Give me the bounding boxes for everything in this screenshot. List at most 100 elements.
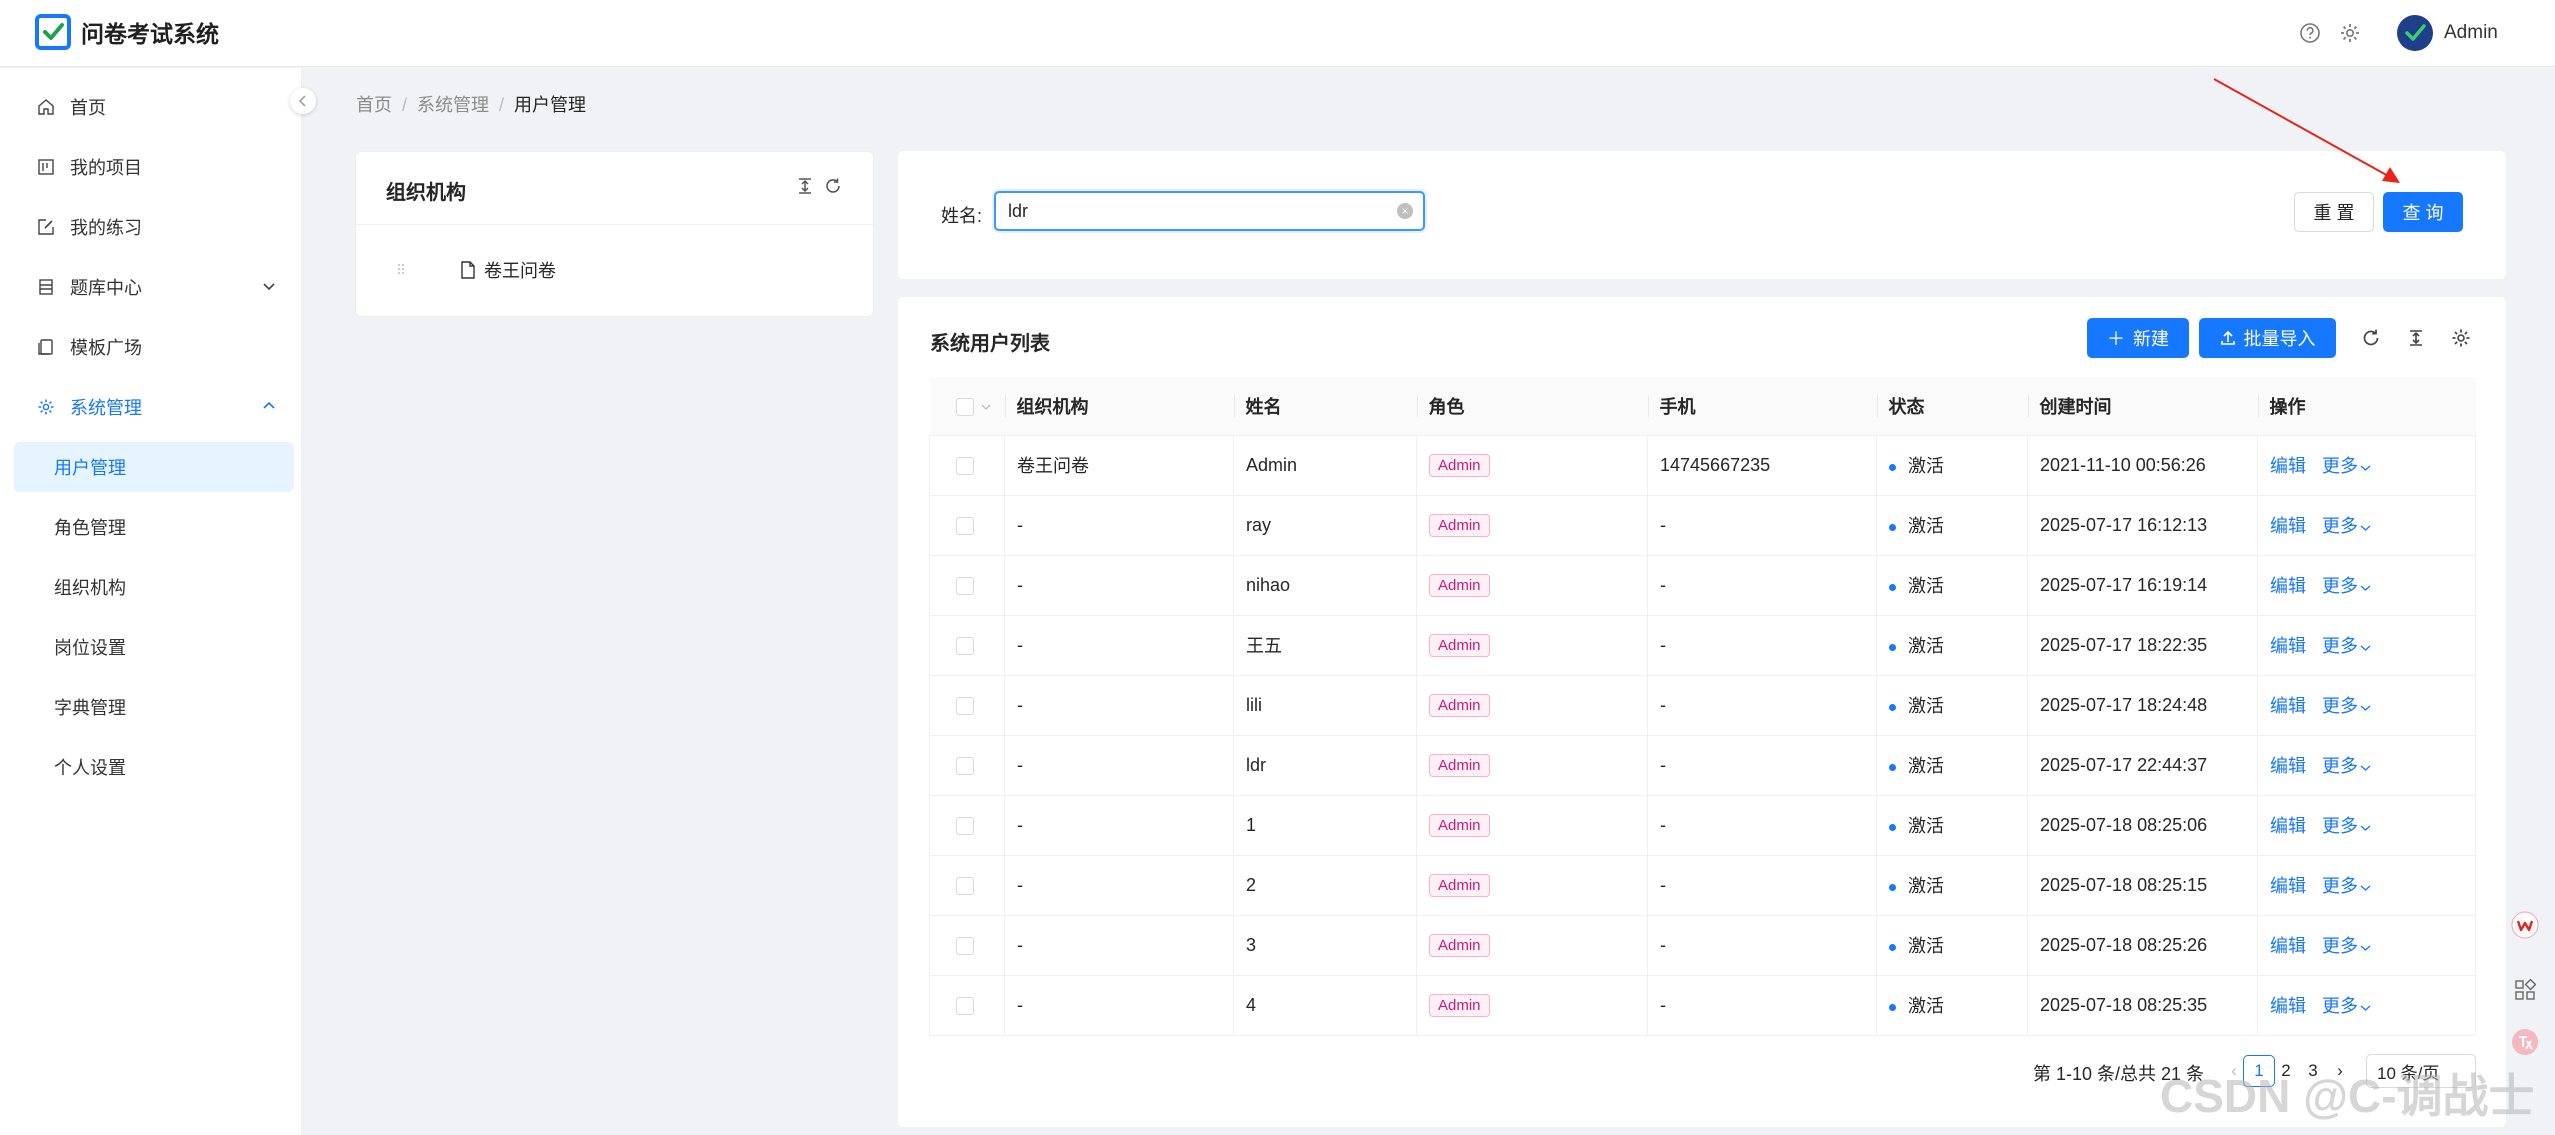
select-all-header[interactable]: [929, 377, 1005, 436]
edit-link[interactable]: 编辑: [2270, 576, 2306, 596]
row-checkbox[interactable]: [956, 636, 974, 655]
sidebar-item-my-projects[interactable]: 我的项目: [14, 142, 294, 192]
more-dropdown[interactable]: 更多: [2322, 756, 2371, 776]
more-dropdown[interactable]: 更多: [2322, 816, 2371, 836]
cell-created: 2025-07-18 08:25:26: [2027, 915, 2258, 976]
edit-link[interactable]: 编辑: [2270, 456, 2306, 476]
row-checkbox[interactable]: [956, 996, 974, 1015]
template-icon: [34, 338, 58, 356]
gear-icon[interactable]: [2446, 323, 2476, 353]
sidebar-item-label: 模板广场: [70, 338, 142, 358]
reset-button[interactable]: 重 置: [2294, 192, 2374, 232]
row-select-cell[interactable]: [929, 675, 1005, 736]
sidebar-item-home[interactable]: 首页: [14, 82, 294, 132]
user-name[interactable]: Admin: [2444, 22, 2498, 44]
sidebar-item-label: 系统管理: [70, 398, 142, 418]
edit-link[interactable]: 编辑: [2270, 996, 2306, 1016]
row-checkbox[interactable]: [956, 936, 974, 955]
cell-phone: -: [1647, 855, 1877, 916]
edit-link[interactable]: 编辑: [2270, 516, 2306, 536]
row-select-cell[interactable]: [929, 615, 1005, 676]
new-user-button[interactable]: ＋ 新建: [2087, 318, 2189, 358]
status-text: 激活: [1908, 456, 1944, 476]
column-height-icon[interactable]: [2401, 323, 2431, 353]
avatar[interactable]: [2397, 15, 2433, 51]
more-dropdown[interactable]: 更多: [2322, 636, 2371, 656]
more-dropdown[interactable]: 更多: [2322, 696, 2371, 716]
cell-role: Admin: [1416, 735, 1648, 796]
apps-icon[interactable]: [2505, 970, 2545, 1010]
cell-created: 2025-07-17 18:24:48: [2027, 675, 2258, 736]
more-dropdown[interactable]: 更多: [2322, 876, 2371, 896]
name-search-input[interactable]: [994, 191, 1425, 231]
more-dropdown[interactable]: 更多: [2322, 576, 2371, 596]
more-dropdown[interactable]: 更多: [2322, 456, 2371, 476]
sidebar-item-role-management[interactable]: 角色管理: [14, 502, 294, 552]
reload-icon[interactable]: [824, 177, 842, 195]
row-select-cell[interactable]: [929, 735, 1005, 796]
drag-handle-icon[interactable]: ⠿: [396, 262, 407, 279]
cell-org: -: [1004, 975, 1234, 1036]
app-logo[interactable]: 问卷考试系统: [35, 14, 219, 50]
more-dropdown[interactable]: 更多: [2322, 516, 2371, 536]
edit-link[interactable]: 编辑: [2270, 876, 2306, 896]
cell-actions: 编辑 更多: [2257, 435, 2476, 496]
row-checkbox[interactable]: [956, 576, 974, 595]
breadcrumb-home[interactable]: 首页: [356, 95, 392, 115]
edit-link[interactable]: 编辑: [2270, 936, 2306, 956]
sidebar-item-personal-settings[interactable]: 个人设置: [14, 742, 294, 792]
float-badge-icon[interactable]: [2505, 905, 2545, 945]
more-dropdown[interactable]: 更多: [2322, 996, 2371, 1016]
cell-name: nihao: [1233, 555, 1417, 616]
row-select-cell[interactable]: [929, 915, 1005, 976]
breadcrumb-system[interactable]: 系统管理: [417, 95, 489, 115]
edit-link[interactable]: 编辑: [2270, 756, 2306, 776]
gear-icon[interactable]: [2336, 19, 2364, 47]
row-checkbox[interactable]: [956, 516, 974, 535]
breadcrumb-separator: /: [402, 95, 408, 115]
more-dropdown[interactable]: 更多: [2322, 936, 2371, 956]
row-select-cell[interactable]: [929, 555, 1005, 616]
help-icon[interactable]: [2296, 19, 2324, 47]
org-tree-panel: 组织机构 ⠿ 卷王问卷: [355, 151, 874, 317]
org-tree-node[interactable]: 卷王问卷: [460, 257, 556, 283]
cell-org: -: [1004, 855, 1234, 916]
table-row: -2 Admin - 激活 2025-07-18 08:25:15 编辑 更多: [929, 855, 2476, 916]
chevron-down-icon[interactable]: [981, 403, 991, 411]
row-select-cell[interactable]: [929, 495, 1005, 556]
reload-icon[interactable]: [2356, 323, 2386, 353]
batch-import-button[interactable]: 批量导入: [2199, 318, 2336, 358]
row-checkbox[interactable]: [956, 876, 974, 895]
row-select-cell[interactable]: [929, 795, 1005, 856]
cell-org: -: [1004, 795, 1234, 856]
cell-phone: -: [1647, 795, 1877, 856]
row-checkbox[interactable]: [956, 696, 974, 715]
edit-link[interactable]: 编辑: [2270, 636, 2306, 656]
select-all-checkbox[interactable]: [955, 397, 974, 416]
sidebar-item-my-practice[interactable]: 我的练习: [14, 202, 294, 252]
column-height-icon[interactable]: [796, 177, 814, 195]
row-select-cell[interactable]: [929, 435, 1005, 496]
row-checkbox[interactable]: [956, 816, 974, 835]
query-button[interactable]: 查 询: [2383, 192, 2463, 232]
sidebar-item-templates[interactable]: 模板广场: [14, 322, 294, 372]
sidebar-item-system[interactable]: 系统管理: [14, 382, 294, 432]
row-checkbox[interactable]: [956, 756, 974, 775]
row-checkbox[interactable]: [956, 456, 974, 475]
status-dot-icon: [1889, 883, 1896, 891]
sidebar-item-organization[interactable]: 组织机构: [14, 562, 294, 612]
row-select-cell[interactable]: [929, 855, 1005, 916]
translate-icon[interactable]: [2505, 1022, 2545, 1062]
clear-icon[interactable]: ×: [1397, 203, 1413, 219]
sidebar-item-question-bank[interactable]: 题库中心: [14, 262, 294, 312]
sidebar-item-user-management[interactable]: 用户管理: [14, 442, 294, 492]
sidebar-collapse-button[interactable]: [290, 88, 316, 114]
edit-link[interactable]: 编辑: [2270, 696, 2306, 716]
breadcrumb: 首页 / 系统管理 / 用户管理: [356, 91, 586, 117]
cell-status: 激活: [1876, 675, 2028, 736]
sidebar-item-positions[interactable]: 岗位设置: [14, 622, 294, 672]
file-icon: [460, 261, 476, 279]
sidebar-item-dictionary[interactable]: 字典管理: [14, 682, 294, 732]
edit-link[interactable]: 编辑: [2270, 816, 2306, 836]
row-select-cell[interactable]: [929, 975, 1005, 1036]
